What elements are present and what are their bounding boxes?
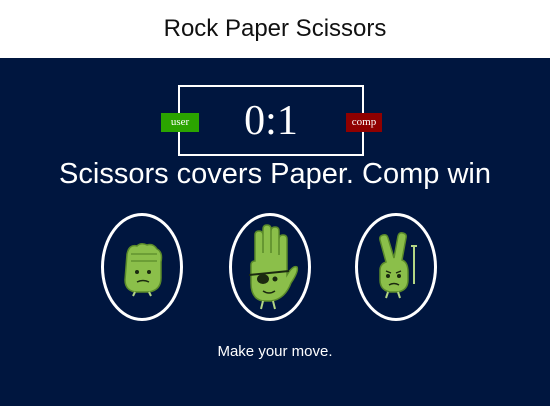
paper-hand-icon — [248, 224, 299, 310]
scissors-hand-icon — [379, 232, 417, 299]
score-display: 0:1 — [244, 97, 298, 144]
scoreboard: 0:1 — [178, 85, 364, 156]
scissors-button[interactable] — [355, 213, 437, 321]
paper-button[interactable] — [229, 213, 311, 321]
result-message: Scissors covers Paper. Comp win — [59, 158, 491, 190]
header: Rock Paper Scissors — [0, 0, 550, 58]
user-badge: user — [161, 113, 199, 132]
rock-hand-icon — [124, 242, 163, 297]
rock-button[interactable] — [101, 213, 183, 321]
move-prompt: Make your move. — [217, 343, 333, 360]
page-title: Rock Paper Scissors — [163, 15, 387, 42]
comp-badge: comp — [346, 113, 382, 132]
game-board: 0:1 user comp Scissors covers Paper. Com… — [0, 58, 550, 406]
